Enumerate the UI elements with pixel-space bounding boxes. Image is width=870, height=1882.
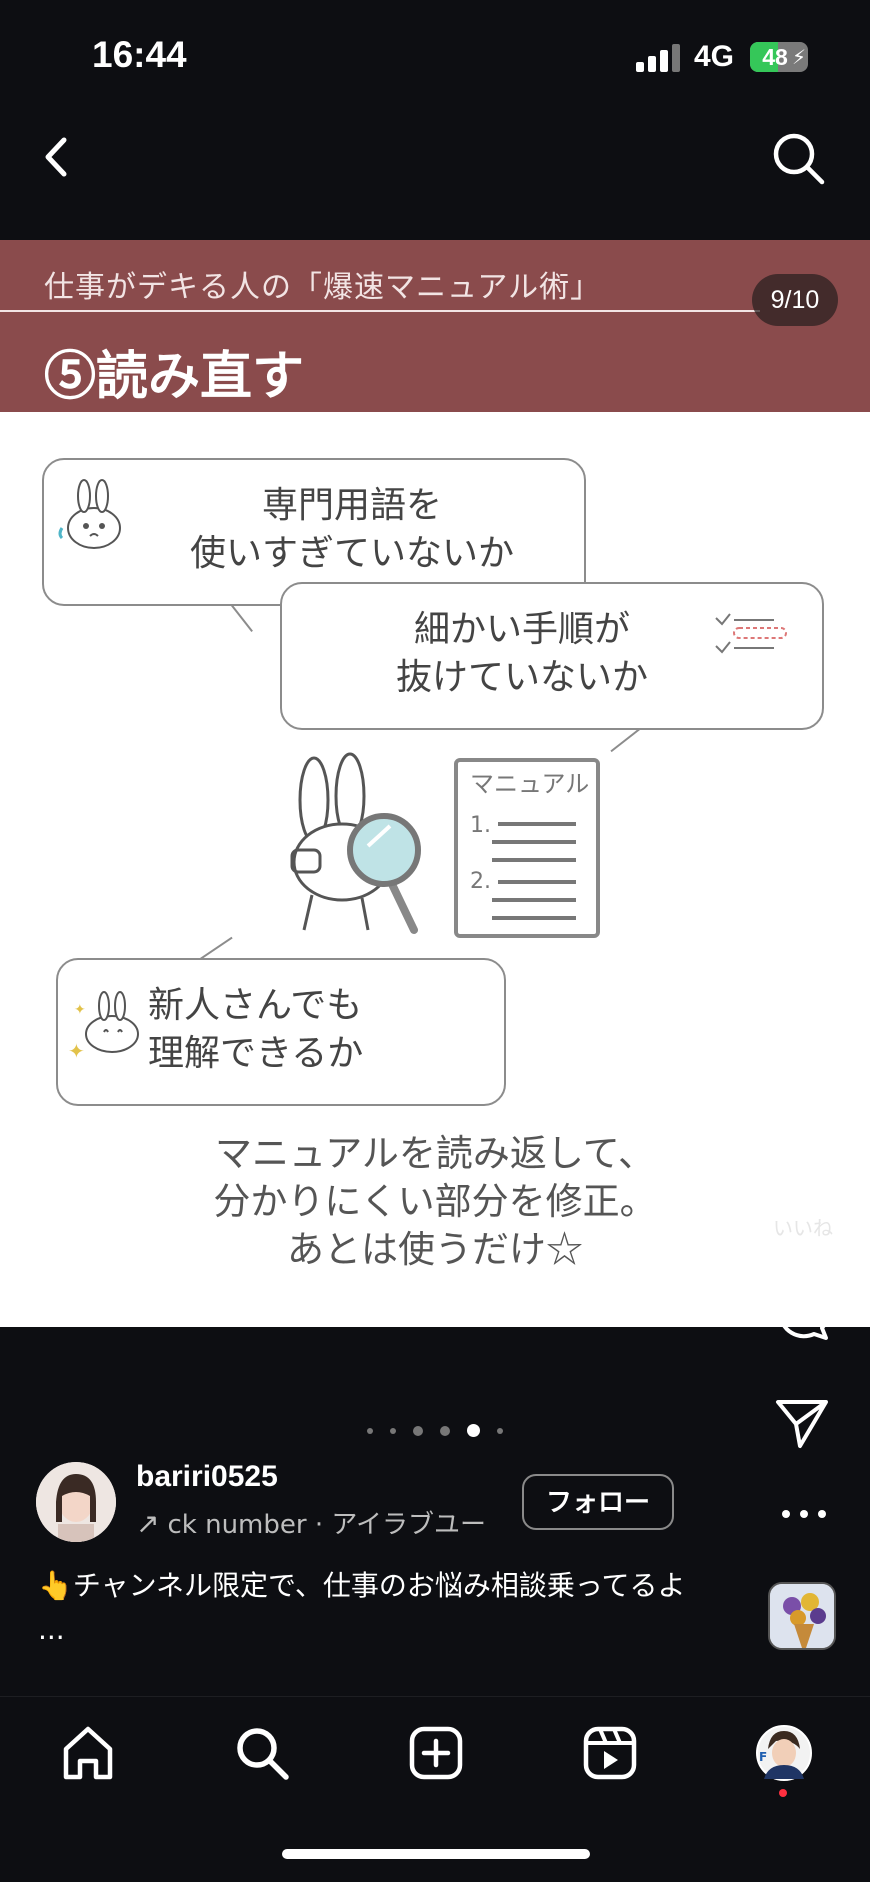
music-label: ck number · アイラブユー — [167, 1510, 487, 1540]
heart-icon — [772, 1128, 832, 1182]
chevron-left-icon — [45, 137, 67, 177]
music-info[interactable]: ↗ ck number · アイラブユー — [136, 1504, 486, 1541]
bubble-tail — [200, 936, 233, 960]
home-icon — [63, 1726, 113, 1780]
page-indicator: 9/10 — [752, 274, 838, 326]
bubble-tail — [610, 728, 640, 753]
status-time: 16:44 — [92, 34, 187, 75]
header-divider — [0, 310, 760, 312]
carousel-dot-active — [467, 1424, 481, 1437]
manual-item: 1. — [470, 813, 491, 838]
rabbit-magnifier-illustration — [290, 752, 421, 934]
svg-text:✦: ✦ — [74, 1002, 86, 1018]
bubble-line: 専門用語を — [261, 485, 442, 526]
back-button[interactable] — [36, 132, 80, 182]
network-type: 4G — [694, 40, 735, 73]
home-indicator — [282, 1849, 590, 1859]
comment-icon — [777, 1286, 830, 1340]
notification-dot — [779, 1789, 787, 1797]
more-button[interactable] — [778, 1504, 830, 1524]
crying-rabbit-icon — [58, 479, 121, 549]
carousel-dot — [440, 1425, 451, 1436]
profile-avatar: F — [756, 1725, 812, 1781]
search-button[interactable] — [770, 130, 828, 188]
carousel-dot — [497, 1427, 504, 1434]
signal-icon — [636, 44, 680, 72]
like-label: いいね — [773, 1216, 833, 1240]
channel-thumbnail[interactable] — [768, 1582, 836, 1650]
manual-document-icon: マニュアル 1. 2. — [454, 758, 600, 938]
post-caption[interactable]: 👆チャンネル限定で、仕事のお悩み相談乗ってるよ ... — [38, 1564, 718, 1652]
more-icon — [782, 1510, 826, 1518]
checklist-doodle-icon — [715, 613, 787, 654]
speech-bubble-newcomer: 新人さんでも 理解できるか ✦ ✦ — [56, 958, 506, 1106]
caption-line: マニュアルを読み返して、 — [215, 1132, 655, 1175]
battery-icon: 48 ⚡ — [750, 42, 808, 72]
author-username[interactable]: bariri0525 — [136, 1460, 278, 1494]
bubble-line: 抜けていないか — [395, 657, 648, 698]
speech-bubble-steps: 細かい手順が 抜けていないか — [280, 582, 824, 730]
carousel-dot — [366, 1427, 373, 1434]
like-button[interactable] — [770, 1126, 834, 1186]
status-bar: 16:44 4G 48 ⚡ — [0, 0, 870, 110]
svg-text:F: F — [759, 1750, 767, 1764]
svg-text:✦: ✦ — [68, 1039, 85, 1063]
nav-create[interactable] — [406, 1723, 466, 1783]
caption-line: あとは使うだけ☆ — [287, 1228, 583, 1271]
bubble-line: 新人さんでも — [148, 985, 363, 1026]
search-icon — [237, 1728, 289, 1780]
create-icon — [409, 1726, 463, 1780]
manual-item: 2. — [470, 869, 491, 894]
post-header: 仕事がデキる人の「爆速マニュアル術」 ⑤読み直す 9/10 — [0, 240, 870, 412]
post-caption-text: マニュアルを読み返して、 分かりにくい部分を修正。 あとは使うだけ☆ — [0, 1130, 870, 1274]
bubble-line: 細かい手順が — [413, 609, 630, 650]
post-subtitle: 仕事がデキる人の「爆速マニュアル術」 — [44, 270, 602, 305]
music-arrow-icon: ↗ — [136, 1507, 160, 1540]
carousel-dot — [412, 1425, 423, 1436]
carousel-dot — [389, 1427, 396, 1434]
search-icon — [773, 133, 825, 185]
flower-bouquet-icon — [770, 1584, 834, 1648]
author-avatar[interactable] — [36, 1462, 116, 1542]
avatar-image — [36, 1462, 116, 1542]
manual-label: マニュアル — [470, 770, 589, 798]
step-title: ⑤読み直す — [44, 346, 305, 407]
carousel-indicator — [0, 1420, 870, 1440]
nav-search[interactable] — [232, 1723, 292, 1783]
comment-button[interactable] — [774, 1286, 830, 1342]
sparkle-rabbit-icon: ✦ ✦ — [68, 991, 139, 1063]
post-image[interactable]: 仕事がデキる人の「爆速マニュアル術」 ⑤読み直す 9/10 専門用語を 使いすぎ… — [0, 240, 870, 1327]
follow-button[interactable]: フォロー — [522, 1474, 674, 1530]
bubble-line: 使いすぎていないか — [189, 533, 514, 574]
bubble-tail — [230, 604, 253, 633]
bottom-navigation: F — [0, 1696, 870, 1882]
nav-home[interactable] — [58, 1723, 118, 1783]
reels-icon — [583, 1726, 637, 1780]
nav-reels[interactable] — [580, 1723, 640, 1783]
nav-profile[interactable]: F — [754, 1723, 814, 1783]
bubble-line: 理解できるか — [148, 1033, 364, 1074]
caption-line: 分かりにくい部分を修正。 — [213, 1180, 657, 1223]
